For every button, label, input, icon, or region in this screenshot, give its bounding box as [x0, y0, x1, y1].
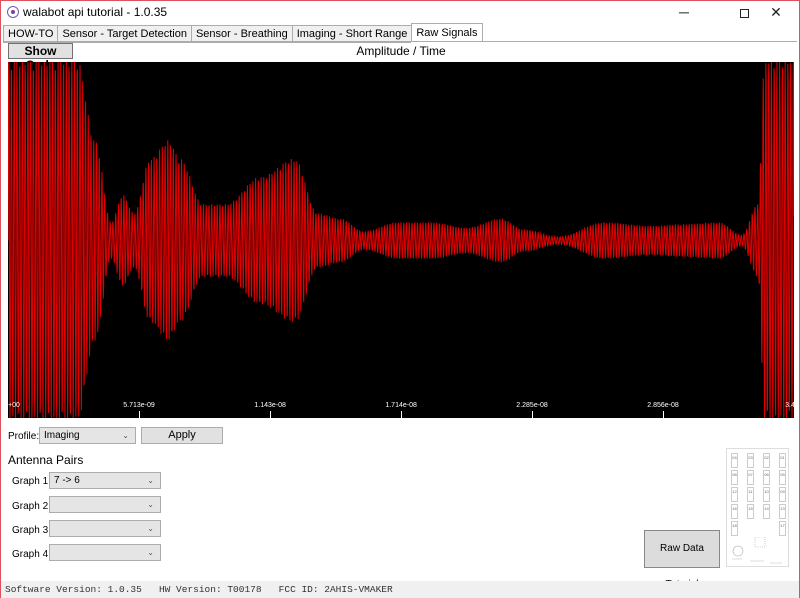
- x-tick-mark: [663, 411, 665, 418]
- profile-label: Profile:: [8, 431, 40, 442]
- maximize-icon: [739, 8, 749, 18]
- amplitude-time-plot: [8, 62, 794, 419]
- title-bar: walabot api tutorial - 1.0.35 ─ ✕: [1, 1, 799, 23]
- hw-version: HW Version: T00178: [158, 584, 262, 595]
- antenna-15: 15: [747, 504, 754, 519]
- antenna-board-diagram: 04 03 02 01 08 07 06 05 12 11 10 09 16 15 14 13 18 17: [726, 448, 789, 567]
- antenna-13: 13: [779, 504, 786, 519]
- graph-4-select[interactable]: ⌄: [49, 544, 161, 561]
- signal-line-graph-1: [8, 62, 794, 419]
- graph-2-select[interactable]: ⌄: [49, 496, 161, 513]
- app-window: walabot api tutorial - 1.0.35 ─ ✕ HOW-TO…: [0, 0, 800, 598]
- antenna-05: 05: [779, 470, 786, 485]
- antenna-04: 04: [731, 453, 738, 468]
- antenna-14: 14: [763, 504, 770, 519]
- antenna-pairs-title: Antenna Pairs: [8, 453, 84, 467]
- x-tick-label: +00: [8, 402, 20, 409]
- x-tick-label: 2.856e-08: [647, 402, 679, 409]
- graph-4-label: Graph 4:: [12, 549, 51, 560]
- antenna-01: 01: [779, 453, 786, 468]
- x-tick-label: 1.143e-08: [254, 402, 286, 409]
- apply-button[interactable]: Apply: [141, 427, 223, 444]
- antenna-16: 16: [731, 504, 738, 519]
- antenna-07: 07: [747, 470, 754, 485]
- status-bar: Software Version: 1.0.35 HW Version: T00…: [1, 581, 799, 598]
- chevron-down-icon: ⌄: [147, 476, 154, 485]
- x-tick-label: 3.4: [785, 402, 795, 409]
- graph-1-value: 7 -> 6: [54, 475, 80, 486]
- chevron-down-icon: ⌄: [122, 431, 129, 440]
- window-title: walabot api tutorial - 1.0.35: [23, 5, 168, 19]
- antenna-11: 11: [747, 487, 754, 502]
- antenna-03: 03: [747, 453, 754, 468]
- antenna-10: 10: [763, 487, 770, 502]
- tab-bar: HOW-TO Sensor - Target Detection Sensor …: [3, 23, 483, 43]
- graph-3-select[interactable]: ⌄: [49, 520, 161, 537]
- antenna-09: 09: [779, 487, 786, 502]
- graph-1-select[interactable]: 7 -> 6 ⌄: [49, 472, 161, 489]
- graph-3-label: Graph 3:: [12, 525, 51, 536]
- software-version: Software Version: 1.0.35: [5, 584, 142, 595]
- show-code-button[interactable]: Show Code: [8, 43, 73, 72]
- tab-divider: [3, 41, 797, 42]
- graph-2-label: Graph 2:: [12, 501, 51, 512]
- x-tick-mark: [532, 411, 534, 418]
- profile-select-value: Imaging: [44, 430, 80, 441]
- fcc-id: FCC ID: 2AHIS-VMAKER: [278, 584, 393, 595]
- x-tick-mark: [270, 411, 272, 418]
- antenna-17: 17: [779, 521, 786, 536]
- chevron-down-icon: ⌄: [147, 500, 154, 509]
- antenna-02: 02: [763, 453, 770, 468]
- close-button[interactable]: ✕: [753, 1, 799, 23]
- x-tick-label: 5.713e-09: [123, 402, 155, 409]
- chevron-down-icon: ⌄: [147, 548, 154, 557]
- x-tick-mark: [401, 411, 403, 418]
- x-axis: [8, 418, 794, 419]
- antenna-06: 06: [763, 470, 770, 485]
- antenna-08: 08: [731, 470, 738, 485]
- walabot-app-icon: [7, 6, 19, 18]
- antenna-12: 12: [731, 487, 738, 502]
- profile-select[interactable]: Imaging ⌄: [39, 427, 136, 444]
- tab-raw-signals[interactable]: Raw Signals: [411, 23, 483, 42]
- chart-title: Amplitude / Time: [356, 44, 446, 58]
- antenna-18: 18: [731, 521, 738, 536]
- raw-data-tutorial-button[interactable]: Raw Data Tutorial: [644, 530, 720, 590]
- minimize-button[interactable]: ─: [661, 1, 707, 23]
- signal-svg: [8, 62, 794, 419]
- x-tick-label: 2.285e-08: [516, 402, 548, 409]
- x-tick-mark: [139, 411, 141, 418]
- x-tick-label: 1.714e-08: [385, 402, 417, 409]
- graph-1-label: Graph 1:: [12, 476, 51, 487]
- board-circuit-icon: [732, 537, 782, 564]
- chevron-down-icon: ⌄: [147, 524, 154, 533]
